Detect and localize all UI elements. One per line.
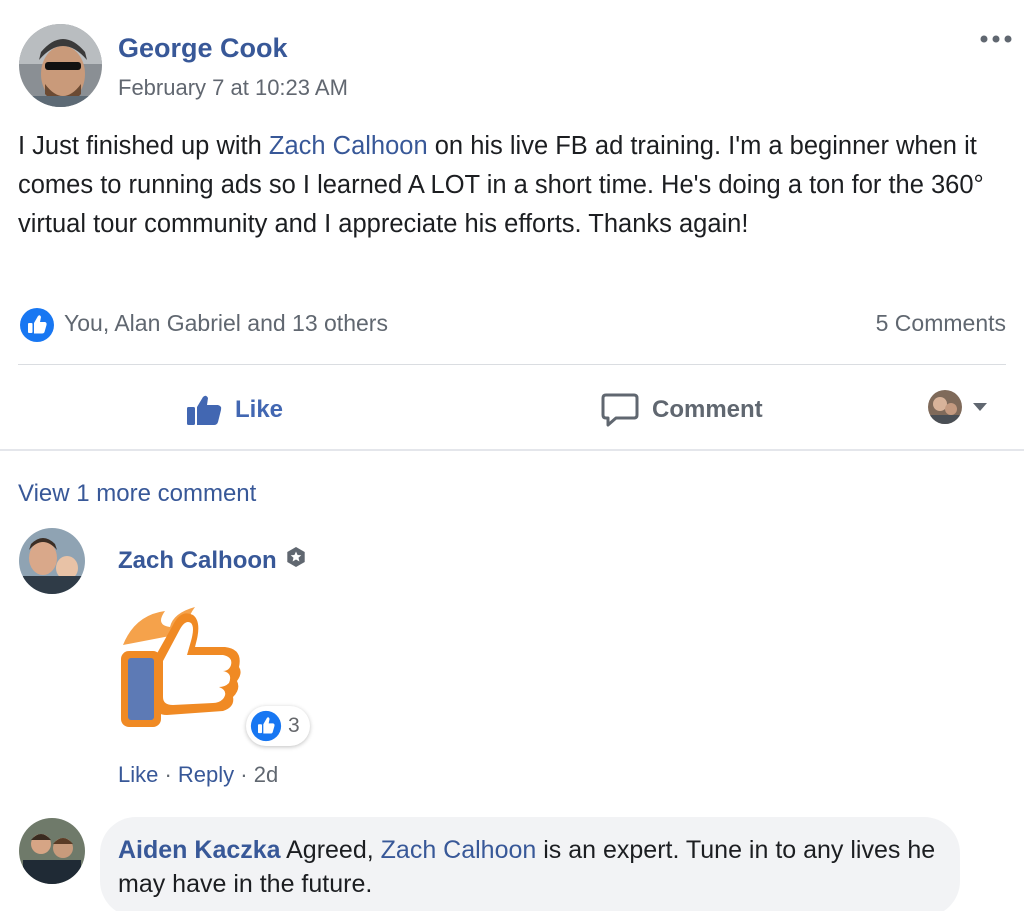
comment-icon: [601, 393, 639, 427]
comment-author-name[interactable]: Aiden Kaczka: [118, 836, 281, 864]
admin-badge-icon: [285, 546, 307, 575]
post-mention-link[interactable]: Zach Calhoon: [269, 132, 428, 160]
fire-like-sticker: [115, 605, 250, 730]
comment-button[interactable]: Comment: [600, 388, 763, 432]
more-icon: [980, 35, 1012, 43]
comment-like-link[interactable]: Like: [118, 762, 158, 787]
comment-bubble: Aiden Kaczka Agreed, Zach Calhoon is an …: [100, 817, 960, 911]
reactors-summary[interactable]: You, Alan Gabriel and 13 others: [64, 310, 388, 337]
actions-divider: [0, 449, 1024, 451]
reaction-count: 3: [288, 714, 300, 737]
comment-label: Comment: [652, 396, 763, 423]
more-options-button[interactable]: [978, 24, 1014, 54]
like-label: Like: [235, 396, 284, 423]
separator: ·: [234, 762, 254, 787]
post-author-avatar[interactable]: [19, 24, 102, 107]
like-bubble-icon[interactable]: [19, 307, 55, 343]
caret-down-icon: [973, 403, 987, 411]
post-as-selector[interactable]: [928, 390, 988, 424]
like-button[interactable]: Like: [185, 388, 283, 432]
comment-reply-link[interactable]: Reply: [178, 762, 234, 787]
like-bubble-icon: [250, 710, 282, 742]
current-user-avatar: [928, 390, 962, 424]
comment-reaction-count[interactable]: 3: [246, 706, 310, 746]
thumbs-up-icon: [187, 395, 222, 425]
comment-author-name[interactable]: Zach Calhoon: [118, 547, 277, 575]
comments-count-link[interactable]: 5 Comments: [876, 310, 1006, 337]
comment-author-avatar[interactable]: [19, 818, 85, 884]
comment-author-row: Zach Calhoon: [118, 546, 307, 575]
comment-mention-link[interactable]: Zach Calhoon: [381, 836, 537, 864]
post-timestamp[interactable]: February 7 at 10:23 AM: [118, 75, 348, 101]
separator: ·: [158, 762, 178, 787]
view-more-comments-link[interactable]: View 1 more comment: [18, 480, 256, 508]
comment-age[interactable]: 2d: [254, 762, 278, 787]
comment-author-avatar[interactable]: [19, 528, 85, 594]
comment-text-start: Agreed,: [280, 836, 381, 864]
comment-actions: Like · Reply · 2d: [118, 762, 278, 788]
post-author-name[interactable]: George Cook: [118, 33, 288, 64]
summary-divider: [18, 364, 1006, 365]
post-body: I Just finished up with Zach Calhoon on …: [18, 127, 1008, 244]
post-text-start: I Just finished up with: [18, 132, 269, 160]
